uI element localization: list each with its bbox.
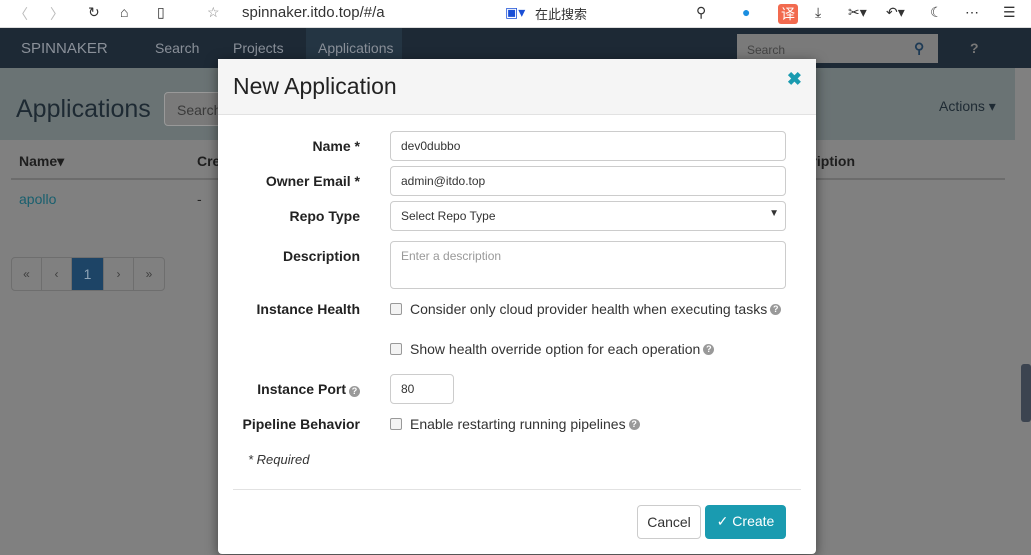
back-icon[interactable]: 〈: [14, 4, 28, 24]
modal-title: New Application: [233, 73, 397, 99]
actions-dropdown[interactable]: Actions ▾: [939, 98, 996, 115]
modal-divider: [233, 489, 801, 490]
modal-header: New Application ✖: [218, 59, 816, 115]
name-input[interactable]: dev0dubbo: [390, 131, 786, 161]
name-label: Name *: [312, 138, 360, 154]
prev-page[interactable]: ‹: [42, 258, 72, 290]
cloud-health-text: Consider only cloud provider health when…: [410, 301, 768, 317]
instance-port-input[interactable]: 80: [390, 374, 454, 404]
health-override-checkbox[interactable]: Show health override option for each ope…: [390, 341, 715, 357]
chevron-down-icon: ▼: [769, 208, 779, 219]
translate-icon[interactable]: 译: [778, 4, 798, 24]
restart-pipelines-checkbox[interactable]: Enable restarting running pipelines?: [390, 416, 640, 432]
pipeline-behavior-label: Pipeline Behavior: [242, 416, 360, 432]
last-page[interactable]: »: [134, 258, 164, 290]
nav-applications[interactable]: Applications: [318, 40, 394, 56]
help-icon[interactable]: ?: [970, 40, 979, 56]
help-icon[interactable]: ?: [703, 343, 715, 355]
description-label: Description: [282, 248, 360, 264]
instance-health-label: Instance Health: [256, 301, 360, 317]
close-icon[interactable]: ✖: [787, 69, 802, 90]
check-circle-icon: ✓: [716, 513, 729, 529]
new-application-modal: New Application ✖ Name * dev0dubbo Owner…: [218, 59, 816, 554]
cancel-button[interactable]: Cancel: [637, 505, 701, 539]
repo-type-value: Select Repo Type: [401, 209, 496, 223]
app-created: -: [197, 191, 202, 207]
menu-icon[interactable]: ☰: [1003, 4, 1016, 21]
side-widget[interactable]: [1021, 364, 1031, 422]
create-label: Create: [732, 513, 775, 529]
description-textarea[interactable]: Enter a description: [390, 241, 786, 289]
repo-type-label: Repo Type: [289, 208, 360, 224]
undo-icon[interactable]: ↶▾: [886, 4, 905, 21]
next-page[interactable]: ›: [104, 258, 134, 290]
repo-type-select[interactable]: Select Repo Type ▼: [390, 201, 786, 231]
help-icon[interactable]: ?: [770, 303, 782, 315]
email-label: Owner Email *: [265, 173, 360, 189]
night-mode-icon[interactable]: ☾: [930, 4, 943, 21]
nav-search[interactable]: Search: [155, 40, 199, 56]
reader-icon[interactable]: ▯: [157, 4, 165, 21]
email-input[interactable]: admin@itdo.top: [390, 166, 786, 196]
pagination: « ‹ 1 › »: [11, 257, 165, 291]
app-link-apollo[interactable]: apollo: [19, 191, 56, 207]
required-note: * Required: [248, 452, 310, 467]
forward-icon[interactable]: 〉: [50, 4, 64, 24]
more-icon[interactable]: ⋯: [965, 4, 979, 21]
brand-logo[interactable]: SPINNAKER: [21, 40, 108, 57]
checkbox[interactable]: [390, 303, 402, 315]
browser-toolbar: 〈 〉 ↻ ⌂ ▯ ☆ spinnaker.itdo.top/#/a ▣▾ 在此…: [0, 0, 1031, 28]
home-icon[interactable]: ⌂: [120, 4, 128, 20]
help-icon[interactable]: ?: [349, 386, 360, 397]
create-button[interactable]: ✓ Create: [705, 505, 786, 539]
column-name[interactable]: Name▾: [19, 153, 64, 170]
page-title: Applications: [16, 95, 151, 123]
extension-icon[interactable]: ●: [742, 4, 750, 20]
download-icon[interactable]: ⤓: [815, 4, 821, 21]
browser-search[interactable]: 在此搜索: [535, 4, 587, 23]
url-bar[interactable]: spinnaker.itdo.top/#/a: [242, 4, 385, 21]
instance-port-label: Instance Port?: [257, 381, 360, 397]
cloud-health-checkbox[interactable]: Consider only cloud provider health when…: [390, 301, 782, 317]
checkbox[interactable]: [390, 343, 402, 355]
nav-projects[interactable]: Projects: [233, 40, 284, 56]
search-icon[interactable]: ⚲: [696, 4, 706, 21]
health-override-text: Show health override option for each ope…: [410, 341, 701, 357]
scissors-icon[interactable]: ✂▾: [848, 4, 867, 21]
reload-icon[interactable]: ↻: [88, 4, 100, 21]
checkbox[interactable]: [390, 418, 402, 430]
baidu-icon[interactable]: ▣▾: [505, 4, 525, 21]
first-page[interactable]: «: [12, 258, 42, 290]
search-icon[interactable]: ⚲: [914, 40, 924, 57]
help-icon[interactable]: ?: [628, 418, 640, 430]
page-1[interactable]: 1: [72, 258, 104, 290]
instance-port-text: Instance Port: [257, 381, 346, 397]
star-icon[interactable]: ☆: [207, 4, 220, 21]
restart-pipelines-text: Enable restarting running pipelines: [410, 416, 626, 432]
